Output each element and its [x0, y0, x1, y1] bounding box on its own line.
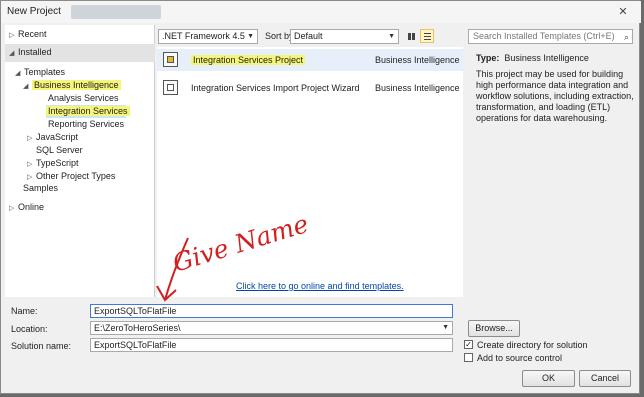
grid-view-icon [408, 33, 415, 40]
source-control-checkbox[interactable] [464, 353, 473, 362]
name-field[interactable]: ExportSQLToFlatFile [90, 304, 453, 318]
chevron-down-icon: ▼ [388, 33, 395, 40]
template-list: Integration Services Project Business In… [157, 47, 463, 297]
template-row-integration-services-project[interactable]: Integration Services Project Business In… [157, 49, 463, 71]
browse-button[interactable]: Browse... [468, 320, 520, 337]
search-icon: ⌕ [623, 32, 629, 42]
ok-button[interactable]: OK [522, 370, 575, 387]
tree-item-business-intelligence[interactable]: ◢ Business Intelligence [23, 79, 121, 92]
location-field[interactable]: E:\ZeroToHeroSeries\ ▼ [90, 321, 453, 335]
chevron-down-icon: ▼ [442, 324, 449, 331]
template-description: This project may be used for building hi… [476, 69, 634, 123]
chevron-down-icon: ▼ [247, 33, 254, 40]
list-view-button[interactable] [420, 29, 434, 43]
expand-arrow-icon: ▷ [27, 135, 33, 142]
create-directory-checkbox[interactable]: ✓ [464, 340, 473, 349]
search-input[interactable]: Search Installed Templates (Ctrl+E) ⌕ [468, 29, 633, 44]
expand-arrow-icon: ▷ [9, 32, 15, 39]
checkmark-icon: ✓ [465, 340, 472, 349]
import-wizard-icon [163, 80, 178, 95]
create-directory-label: Create directory for solution [477, 340, 588, 350]
collapse-arrow-icon: ◢ [23, 83, 29, 90]
grid-view-button[interactable] [404, 29, 418, 43]
tree-item-sql-server[interactable]: SQL Server [36, 144, 83, 157]
close-button[interactable]: ✕ [611, 5, 635, 20]
tree-item-analysis-services[interactable]: Analysis Services [48, 92, 119, 105]
new-project-dialog: New Project ✕ ▷ Recent ◢ Installed ◢ Templa… [0, 0, 641, 394]
solution-name-field[interactable]: ExportSQLToFlatFile [90, 338, 453, 352]
title-bar: New Project ✕ [1, 1, 641, 23]
location-label: Location: [11, 324, 48, 334]
type-line: Type: Business Intelligence [476, 53, 589, 63]
tree-item-typescript[interactable]: ▷ TypeScript [27, 157, 79, 170]
tree-item-integration-services[interactable]: Integration Services [46, 105, 130, 118]
tree-item-online[interactable]: ▷ Online [9, 201, 44, 214]
online-templates-link[interactable]: Click here to go online and find templat… [236, 281, 404, 291]
tree-item-installed[interactable]: ◢ Installed [9, 46, 52, 59]
solution-name-label: Solution name: [11, 341, 72, 351]
window-title: New Project [7, 6, 61, 17]
tree-item-reporting-services[interactable]: Reporting Services [48, 118, 124, 131]
tree-item-templates[interactable]: ◢ Templates [15, 66, 65, 79]
source-control-label: Add to source control [477, 353, 563, 363]
sort-select[interactable]: Default ▼ [290, 29, 399, 44]
template-row-import-wizard[interactable]: Integration Services Import Project Wiza… [157, 77, 463, 99]
title-blur [71, 5, 161, 19]
list-view-icon [424, 33, 431, 40]
cancel-button[interactable]: Cancel [579, 370, 631, 387]
name-label: Name: [11, 306, 38, 316]
ssis-project-icon [163, 52, 178, 67]
expand-arrow-icon: ▷ [9, 205, 15, 212]
framework-select[interactable]: .NET Framework 4.5 ▼ [158, 29, 258, 44]
template-info-pane: Type: Business Intelligence This project… [471, 47, 636, 297]
tree-item-javascript[interactable]: ▷ JavaScript [27, 131, 78, 144]
template-tree: ▷ Recent ◢ Installed ◢ Templates ◢ Business … [5, 25, 155, 297]
tree-item-recent[interactable]: ▷ Recent [9, 28, 47, 41]
collapse-arrow-icon: ◢ [9, 50, 15, 57]
tree-item-samples[interactable]: Samples [23, 182, 58, 195]
